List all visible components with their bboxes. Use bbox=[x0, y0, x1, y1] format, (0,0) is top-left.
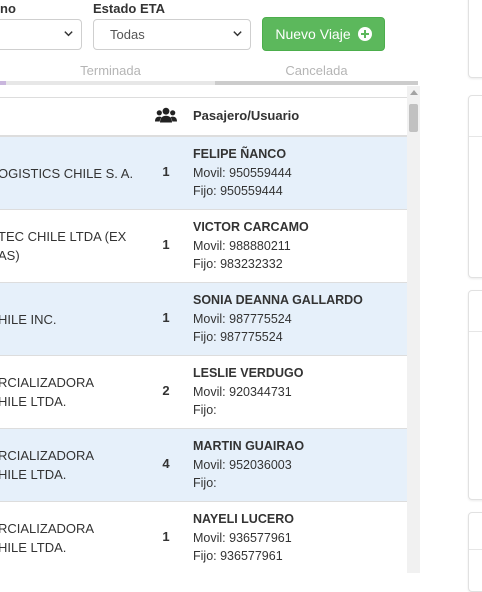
scroll-thumb[interactable] bbox=[409, 104, 418, 132]
new-trip-button-label: Nuevo Viaje bbox=[275, 26, 351, 42]
passenger-movil: Movil: 987775524 bbox=[193, 311, 292, 326]
company-cell: HILE INC. bbox=[0, 311, 57, 327]
panel-divider bbox=[469, 136, 482, 137]
table-row[interactable]: TEC CHILE LTDA (EX AS) 1 VICTOR CARCAMO … bbox=[0, 210, 407, 283]
passenger-movil: Movil: 936577961 bbox=[193, 530, 292, 545]
right-panel-4 bbox=[468, 512, 482, 592]
passenger-cell: MARTIN GUAIRAO Movil: 952036003 Fijo: bbox=[193, 437, 403, 493]
new-trip-button[interactable]: Nuevo Viaje bbox=[262, 17, 385, 51]
passenger-name: NAYELI LUCERO bbox=[193, 512, 294, 526]
plus-circle-icon bbox=[357, 27, 372, 41]
passenger-fijo: Fijo: bbox=[193, 403, 217, 417]
table-row[interactable]: RCIALIZADORA HILE LTDA. 4 MARTIN GUAIRAO… bbox=[0, 429, 407, 502]
table-scrollbar[interactable] bbox=[407, 86, 420, 573]
passenger-movil: Movil: 920344731 bbox=[193, 384, 292, 399]
passenger-name: MARTIN GUAIRAO bbox=[193, 439, 305, 453]
table-row[interactable]: RCIALIZADORA HILE LTDA. 1 NAYELI LUCERO … bbox=[0, 502, 407, 574]
table-row[interactable]: HILE INC. 1 SONIA DEANNA GALLARDO Movil:… bbox=[0, 283, 407, 356]
passenger-name: SONIA DEANNA GALLARDO bbox=[193, 293, 363, 307]
tab-terminada-bar bbox=[6, 81, 215, 85]
passenger-count: 1 bbox=[162, 310, 170, 325]
company-cell: RCIALIZADORA HILE LTDA. bbox=[0, 521, 95, 555]
estado-eta-label: Estado ETA bbox=[93, 1, 165, 16]
passenger-cell: SONIA DEANNA GALLARDO Movil: 987775524 F… bbox=[193, 291, 403, 347]
right-panel-2 bbox=[468, 95, 482, 278]
tab-terminada[interactable]: Terminada bbox=[6, 63, 215, 78]
company-cell: RCIALIZADORA HILE LTDA. bbox=[0, 448, 95, 482]
users-icon bbox=[155, 107, 177, 123]
panel-divider bbox=[469, 549, 482, 550]
company-cell: TEC CHILE LTDA (EX AS) bbox=[0, 229, 127, 263]
chevron-down-icon bbox=[233, 31, 242, 37]
first-filter-select[interactable] bbox=[0, 19, 82, 50]
passenger-movil: Movil: 988880211 bbox=[193, 238, 291, 253]
table-row[interactable]: OGISTICS CHILE S. A. 1 FELIPE ÑANCO Movi… bbox=[0, 137, 407, 210]
passenger-count: 1 bbox=[162, 237, 170, 252]
tab-cancelada[interactable]: Cancelada bbox=[215, 63, 418, 78]
passenger-count: 2 bbox=[162, 383, 170, 398]
company-cell: OGISTICS CHILE S. A. bbox=[0, 165, 134, 181]
passenger-cell: NAYELI LUCERO Movil: 936577961 Fijo: 936… bbox=[193, 510, 403, 566]
passenger-movil: Movil: 950559444 bbox=[193, 165, 292, 180]
passenger-fijo: Fijo: 983232332 bbox=[193, 257, 283, 271]
table-row[interactable]: RCIALIZADORA HILE LTDA. 2 LESLIE VERDUGO… bbox=[0, 356, 407, 429]
passenger-fijo: Fijo: 987775524 bbox=[193, 330, 283, 344]
estado-eta-value: Todas bbox=[110, 27, 145, 42]
passenger-cell: VICTOR CARCAMO Movil: 988880211 Fijo: 98… bbox=[193, 218, 403, 274]
scroll-up-arrow-icon[interactable] bbox=[410, 90, 418, 95]
passenger-fijo: Fijo: 950559444 bbox=[193, 184, 283, 198]
passenger-count: 4 bbox=[162, 456, 170, 471]
passenger-cell: LESLIE VERDUGO Movil: 920344731 Fijo: bbox=[193, 364, 403, 420]
chevron-down-icon bbox=[64, 31, 73, 37]
passenger-count: 1 bbox=[162, 529, 170, 544]
passenger-column-header: Pasajero/Usuario bbox=[193, 108, 300, 123]
passenger-name: LESLIE VERDUGO bbox=[193, 366, 304, 380]
passenger-count: 1 bbox=[162, 164, 170, 179]
passenger-cell: FELIPE ÑANCO Movil: 950559444 Fijo: 9505… bbox=[193, 145, 403, 201]
passenger-movil: Movil: 952036003 bbox=[193, 457, 292, 472]
estado-eta-select[interactable]: Todas bbox=[93, 19, 251, 50]
passenger-fijo: Fijo: 936577961 bbox=[193, 549, 283, 563]
trips-table: Pasajero/Usuario OGISTICS CHILE S. A. 1 … bbox=[0, 97, 407, 574]
company-cell: RCIALIZADORA HILE LTDA. bbox=[0, 375, 95, 409]
passenger-fijo: Fijo: bbox=[193, 476, 217, 490]
tab-cancelada-bar bbox=[215, 81, 418, 85]
passenger-name: VICTOR CARCAMO bbox=[193, 220, 309, 234]
right-panel-3 bbox=[468, 290, 482, 500]
passenger-name: FELIPE ÑANCO bbox=[193, 147, 287, 161]
panel-divider bbox=[469, 331, 482, 332]
right-panel-1 bbox=[468, 0, 482, 78]
table-header: Pasajero/Usuario bbox=[0, 98, 407, 137]
first-filter-label: no bbox=[0, 1, 16, 16]
